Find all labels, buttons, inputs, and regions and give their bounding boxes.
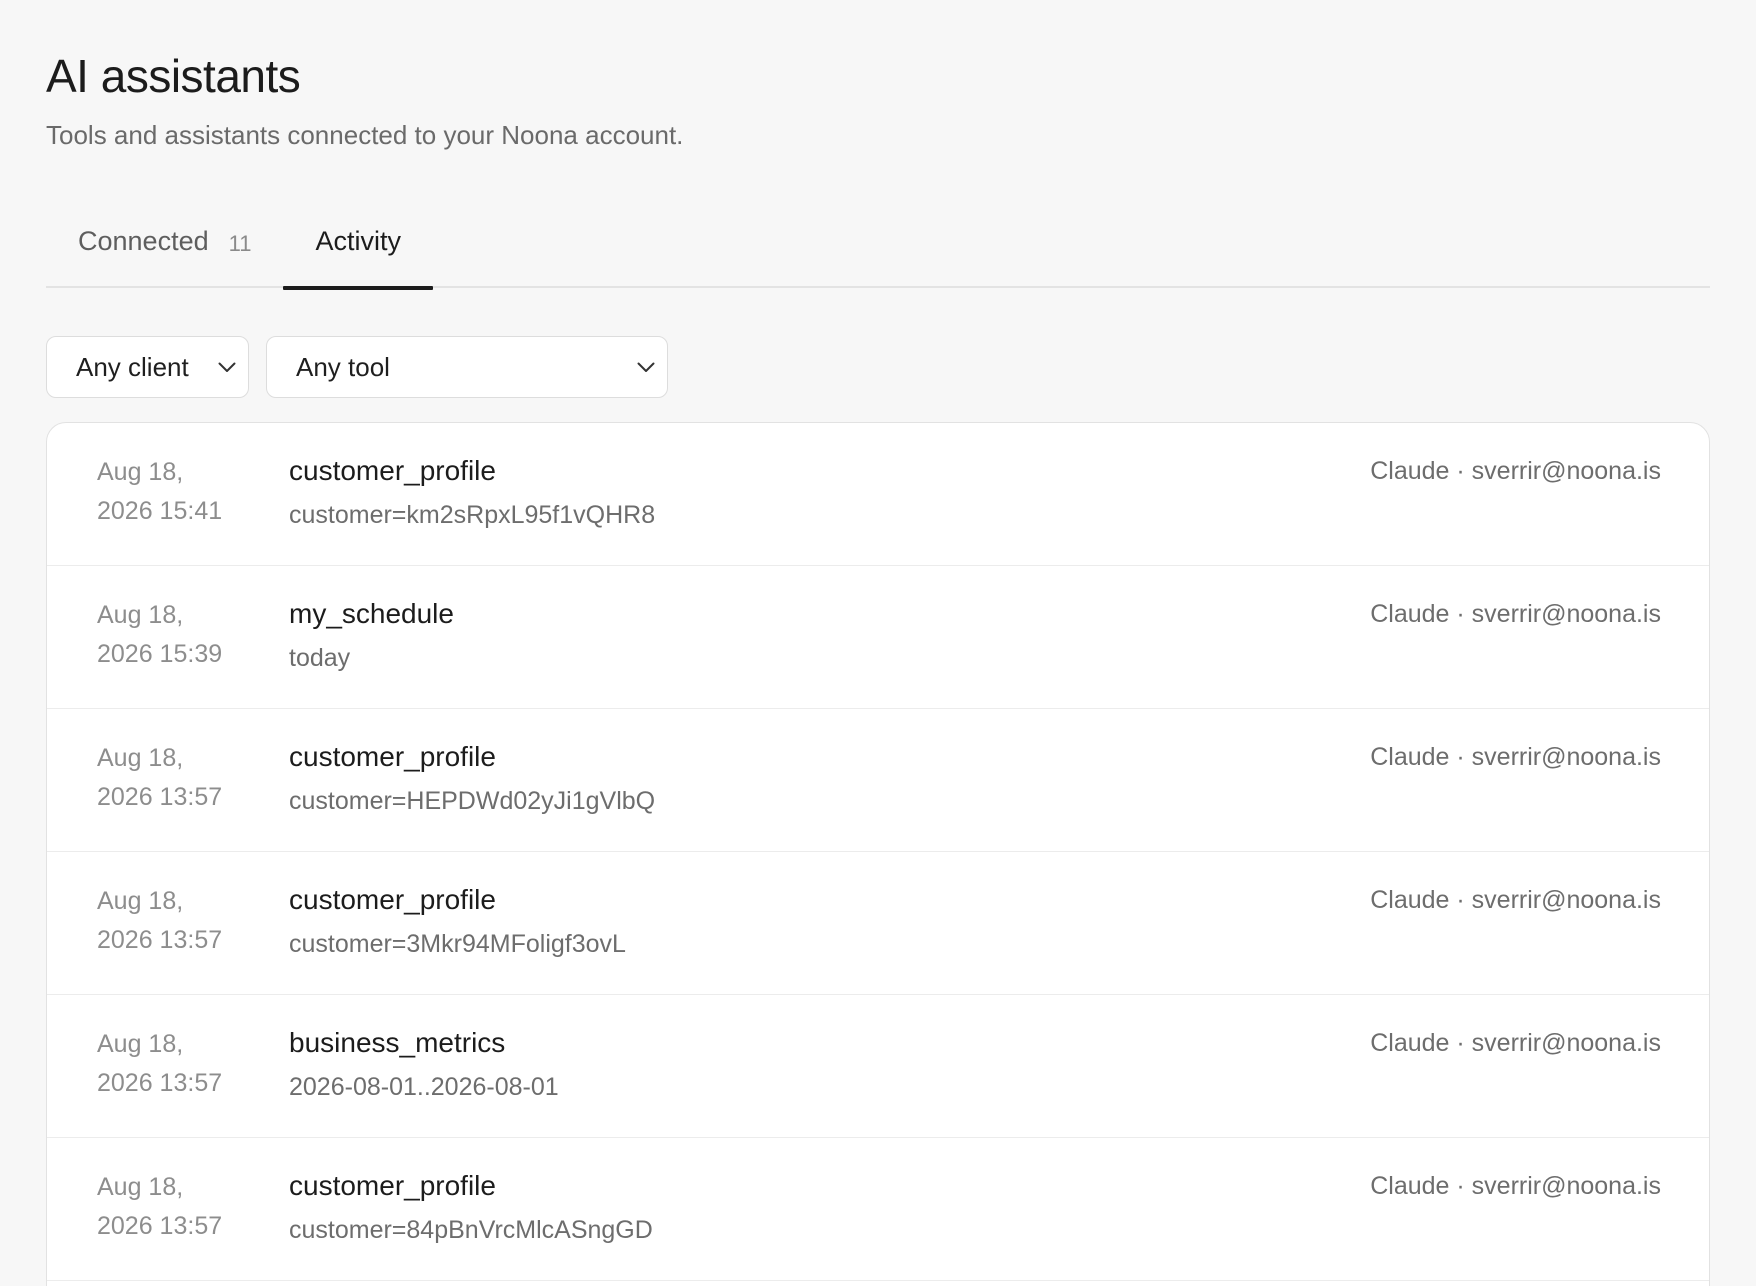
activity-row[interactable]: Aug 18, 2026 13:57 business_metrics 2026…	[47, 995, 1709, 1138]
activity-date-time: 2026 13:57	[97, 926, 223, 954]
activity-row[interactable]: Aug 18, 2026 13:57 customer_profile cust…	[47, 709, 1709, 852]
tab-connected-count: 11	[228, 231, 252, 256]
activity-tool-name: customer_profile	[289, 455, 496, 486]
activity-row[interactable]: Aug 18, 2026 15:39 my_schedule today Cla…	[47, 566, 1709, 709]
page-header: AI assistants Tools and assistants conne…	[46, 0, 1710, 152]
activity-date-time: 2026 13:57	[97, 1212, 223, 1240]
chevron-down-icon	[635, 356, 657, 378]
activity-tool-args: customer=3Mkr94MFoligf3ovL	[289, 930, 626, 958]
activity-client-user: Claude · sverrir@noona.is	[1370, 743, 1661, 771]
activity-date-day: Aug 18,	[97, 458, 184, 486]
ai-assistants-page: AI assistants Tools and assistants conne…	[0, 0, 1756, 1286]
activity-date: Aug 18, 2026 15:39	[97, 596, 267, 674]
activity-tool-args: customer=84pBnVrcMlcASngGD	[289, 1216, 653, 1244]
page-title: AI assistants	[46, 50, 301, 102]
activity-date-day: Aug 18,	[97, 1173, 184, 1201]
activity-date-day: Aug 18,	[97, 887, 184, 915]
tab-activity[interactable]: Activity	[283, 210, 433, 290]
activity-row[interactable]: Aug 18, 2026 13:57 customer_profile cust…	[47, 1138, 1709, 1281]
activity-client-user: Claude · sverrir@noona.is	[1370, 457, 1661, 485]
activity-list: Aug 18, 2026 15:41 customer_profile cust…	[46, 422, 1710, 1286]
activity-client-user: Claude · sverrir@noona.is	[1370, 600, 1661, 628]
activity-date-time: 2026 15:41	[97, 497, 223, 525]
activity-client-user: Claude · sverrir@noona.is	[1370, 1172, 1661, 1200]
activity-date: Aug 18, 2026 15:41	[97, 453, 267, 531]
tool-filter-select[interactable]: Any tool	[266, 336, 668, 398]
activity-date: Aug 18, 2026 13:57	[97, 739, 267, 817]
tool-filter-value: Any tool	[296, 351, 390, 382]
activity-tool-args: customer=km2sRpxL95f1vQHR8	[289, 501, 656, 529]
activity-row[interactable]: Aug 18, 2026 13:57 customer_profile cust…	[47, 852, 1709, 995]
tab-connected-label: Connected	[78, 226, 209, 256]
activity-tool-name: customer_profile	[289, 884, 496, 915]
activity-date: Aug 18, 2026 13:57	[97, 882, 267, 960]
filter-bar: Any client Any tool	[46, 336, 668, 398]
activity-client-user: Claude · sverrir@noona.is	[1370, 886, 1661, 914]
activity-tool-name: customer_profile	[289, 1170, 496, 1201]
activity-date-day: Aug 18,	[97, 601, 184, 629]
activity-date-time: 2026 15:39	[97, 640, 223, 668]
chevron-down-icon	[216, 356, 238, 378]
activity-tool-args: customer=HEPDWd02yJi1gVlbQ	[289, 787, 656, 815]
activity-date: Aug 18, 2026 13:57	[97, 1025, 267, 1103]
activity-tool-name: customer_profile	[289, 741, 496, 772]
activity-tool-name: business_metrics	[289, 1027, 506, 1058]
tab-bar: Connected 11 Activity	[46, 210, 1710, 290]
client-filter-select[interactable]: Any client	[46, 336, 249, 398]
tab-connected[interactable]: Connected 11	[46, 210, 283, 288]
activity-tool-args: 2026-08-01..2026-08-01	[289, 1073, 559, 1101]
activity-row[interactable]: Aug 18, 2026 15:41 customer_profile cust…	[47, 423, 1709, 566]
activity-date: Aug 18, 2026 13:57	[97, 1168, 267, 1246]
tab-activity-label: Activity	[315, 226, 401, 256]
page-subtitle: Tools and assistants connected to your N…	[46, 120, 684, 150]
client-filter-value: Any client	[76, 351, 189, 382]
activity-date-time: 2026 13:57	[97, 1069, 223, 1097]
activity-date-day: Aug 18,	[97, 744, 184, 772]
activity-tool-args: today	[289, 644, 351, 672]
activity-tool-name: my_schedule	[289, 598, 454, 629]
activity-date-day: Aug 18,	[97, 1030, 184, 1058]
activity-client-user: Claude · sverrir@noona.is	[1370, 1029, 1661, 1057]
activity-date-time: 2026 13:57	[97, 783, 223, 811]
